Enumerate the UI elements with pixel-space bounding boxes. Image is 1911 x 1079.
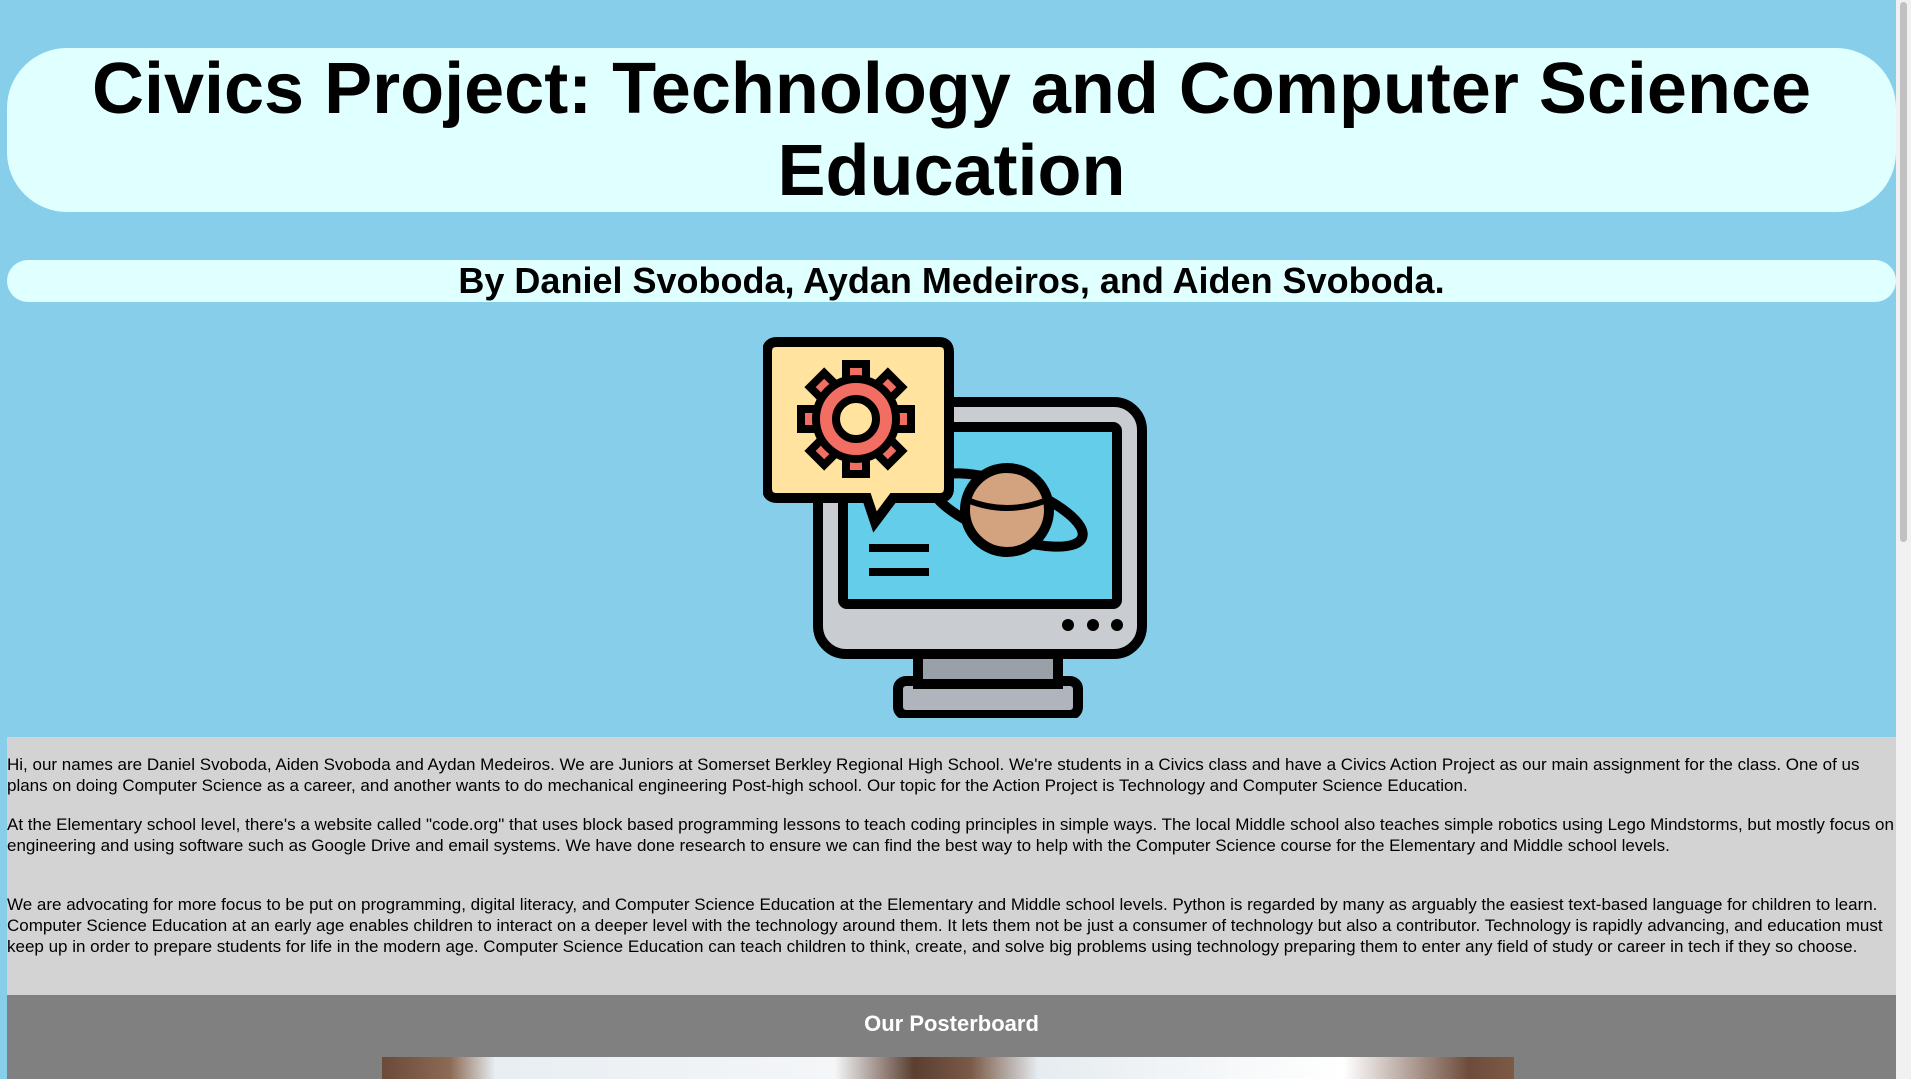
screen-line [869, 568, 929, 576]
authors-byline: By Daniel Svoboda, Aydan Medeiros, and A… [458, 260, 1445, 301]
title-banner: Civics Project: Technology and Computer … [7, 48, 1896, 212]
monitor-dot [1087, 619, 1099, 631]
monitor-dot [1062, 619, 1074, 631]
page: Civics Project: Technology and Computer … [0, 0, 1911, 1079]
intro-paragraph: Hi, our names are Daniel Svoboda, Aiden … [7, 755, 1860, 795]
page-title: Civics Project: Technology and Computer … [91, 49, 1812, 211]
scrollbar-thumb[interactable] [1900, 2, 1907, 542]
intro-paragraph: We are advocating for more focus to be p… [7, 895, 1883, 956]
monitor-dot [1111, 619, 1123, 631]
intro-text-panel: Hi, our names are Daniel Svoboda, Aiden … [7, 737, 1896, 995]
gear-icon [797, 360, 915, 478]
intro-paragraph: At the Elementary school level, there's … [7, 815, 1894, 855]
screen-line [869, 544, 929, 552]
posterboard-heading: Our Posterboard [864, 1011, 1039, 1036]
computer-gear-planet-icon [763, 337, 1147, 718]
posterboard-section: Our Posterboard [7, 995, 1896, 1079]
byline-banner: By Daniel Svoboda, Aydan Medeiros, and A… [7, 260, 1896, 302]
posterboard-image [382, 1057, 1514, 1079]
vertical-scrollbar[interactable] [1896, 0, 1911, 1079]
